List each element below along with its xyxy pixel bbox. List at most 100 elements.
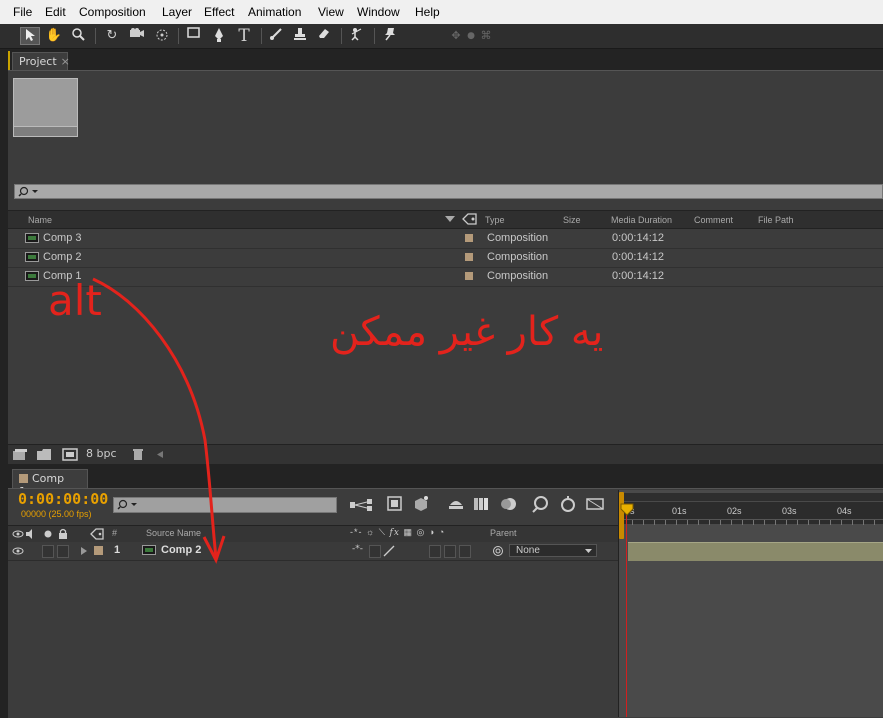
motion-blur-switch[interactable]	[429, 545, 441, 558]
eye-icon[interactable]	[12, 529, 24, 539]
tab-project-label: Project	[19, 55, 57, 68]
hide-shy-layers-icon[interactable]	[447, 496, 465, 512]
current-time-indicator-icon[interactable]	[620, 503, 634, 517]
shy-switch[interactable]: -*-	[352, 544, 363, 554]
column-source-name[interactable]: Source Name	[146, 528, 201, 538]
pan-behind-tool-icon[interactable]	[152, 27, 172, 45]
camera-tool-icon[interactable]	[127, 27, 147, 45]
zoom-tool-icon[interactable]	[68, 27, 88, 45]
frame-blending-icon[interactable]	[472, 495, 492, 513]
interpret-footage-icon[interactable]	[12, 448, 28, 461]
bit-depth-button[interactable]: 8 bpc	[86, 447, 117, 460]
layer-column-headers: # Source Name -*- ☼ ⟍ fx ▦ ◎ ◑ ◔ Parent	[8, 525, 620, 543]
live-update-icon[interactable]	[386, 495, 404, 513]
layer-label-swatch[interactable]	[94, 546, 103, 555]
expand-triangle-icon[interactable]	[80, 546, 88, 556]
new-composition-icon[interactable]	[62, 448, 78, 461]
3d-layer-switch[interactable]	[459, 545, 471, 558]
layer-switches-header[interactable]: -*- ☼ ⟍ fx ▦ ◎ ◑ ◔	[350, 527, 445, 538]
menu-edit[interactable]: Edit	[45, 5, 66, 19]
comp-label-swatch	[19, 474, 28, 483]
project-item-row[interactable]: Comp 1 Composition 0:00:14:12	[8, 267, 883, 287]
project-item-duration: 0:00:14:12	[612, 232, 664, 244]
label-color-swatch[interactable]	[465, 272, 473, 280]
rotate-tool-icon[interactable]: ↻	[102, 27, 122, 45]
menu-file[interactable]: File	[13, 5, 32, 19]
project-item-row[interactable]: Comp 3 Composition 0:00:14:12	[8, 229, 883, 249]
composition-mini-flowchart-icon[interactable]	[349, 497, 373, 513]
parent-pickwhip-icon[interactable]	[492, 545, 504, 557]
work-area-bar[interactable]	[621, 493, 883, 501]
menu-layer[interactable]: Layer	[162, 5, 192, 19]
clone-stamp-tool-icon[interactable]	[290, 27, 310, 45]
trash-icon[interactable]	[132, 448, 144, 461]
solo-icon[interactable]	[43, 529, 53, 539]
puppet-pin-tool-icon[interactable]	[380, 27, 400, 45]
lock-checkbox[interactable]	[57, 545, 69, 558]
menu-window[interactable]: Window	[357, 5, 400, 19]
column-comment[interactable]: Comment	[694, 215, 733, 225]
menu-effect[interactable]: Effect	[204, 5, 234, 19]
draft-3d-icon[interactable]	[412, 495, 430, 513]
graph-editor-icon[interactable]	[531, 494, 551, 514]
tab-comp-1[interactable]: Comp 1×	[12, 469, 88, 498]
timeline-search-input[interactable]	[113, 497, 337, 513]
collapse-switch[interactable]	[369, 545, 381, 558]
pen-tool-icon[interactable]	[209, 27, 229, 45]
project-item-type: Composition	[487, 270, 549, 282]
ruler-tick-label: 01s	[672, 506, 687, 516]
column-type[interactable]: Type	[485, 215, 505, 225]
comp-markers-icon[interactable]	[585, 495, 605, 513]
column-name[interactable]: Name	[28, 215, 52, 225]
composition-icon	[25, 252, 39, 262]
column-layer-number: #	[112, 528, 118, 538]
layer-row[interactable]: 1 Comp 2 -*- None	[8, 542, 620, 561]
rectangle-tool-icon[interactable]	[184, 27, 204, 45]
toolbar: ✋ ↻ T ✥ ● ⌘	[0, 24, 883, 49]
eraser-tool-icon[interactable]	[314, 27, 334, 45]
project-item-row[interactable]: Comp 2 Composition 0:00:14:12	[8, 248, 883, 268]
current-timecode[interactable]: 0:00:00:00	[18, 490, 108, 508]
layer-visibility-eye-icon[interactable]	[12, 546, 24, 556]
selection-tool-icon[interactable]	[20, 27, 40, 45]
menu-view[interactable]: View	[318, 5, 344, 19]
roto-brush-tool-icon[interactable]	[347, 27, 367, 45]
column-size[interactable]: Size	[563, 215, 581, 225]
column-file-path[interactable]: File Path	[758, 215, 794, 225]
label-tag-icon[interactable]	[462, 213, 478, 226]
tab-project[interactable]: Project ×	[12, 52, 70, 71]
column-parent[interactable]: Parent	[490, 528, 517, 538]
adjustment-switch[interactable]	[444, 545, 456, 558]
parent-dropdown[interactable]: None	[509, 544, 597, 557]
lock-icon[interactable]	[58, 528, 68, 540]
close-icon[interactable]: ×	[61, 55, 70, 68]
label-color-swatch[interactable]	[465, 253, 473, 261]
menu-animation[interactable]: Animation	[248, 5, 301, 19]
frames-fps: 00000 (25.00 fps)	[21, 509, 92, 519]
label-tag-icon[interactable]	[90, 528, 104, 540]
brush-tool-icon[interactable]	[266, 27, 286, 45]
label-color-swatch[interactable]	[465, 234, 473, 242]
annotation-alt: alt	[48, 276, 102, 325]
solo-checkbox[interactable]	[42, 545, 54, 558]
menu-composition[interactable]: Composition	[79, 5, 146, 19]
project-item-duration: 0:00:14:12	[612, 270, 664, 282]
audio-icon[interactable]	[25, 529, 37, 539]
layer-duration-bar[interactable]	[628, 542, 883, 561]
scroll-left-icon[interactable]	[156, 450, 164, 459]
project-search-input[interactable]	[14, 184, 883, 199]
motion-blur-icon[interactable]	[498, 495, 518, 513]
new-folder-icon[interactable]	[36, 448, 52, 461]
layer-name[interactable]: Comp 2	[161, 544, 201, 556]
annotation-persian: یه کار غیر ممکن	[330, 309, 604, 355]
sort-chevron-down-icon[interactable]	[444, 215, 456, 223]
chevron-down-icon	[585, 549, 592, 553]
column-media-duration[interactable]: Media Duration	[611, 215, 672, 225]
quality-switch-icon[interactable]	[383, 545, 395, 557]
type-tool-icon[interactable]: T	[234, 27, 254, 45]
hand-tool-icon[interactable]: ✋	[44, 27, 64, 45]
brainstorm-icon[interactable]	[558, 494, 578, 514]
menu-help[interactable]: Help	[415, 5, 440, 19]
playhead-line[interactable]	[626, 504, 627, 717]
ruler-ticks	[621, 519, 883, 525]
